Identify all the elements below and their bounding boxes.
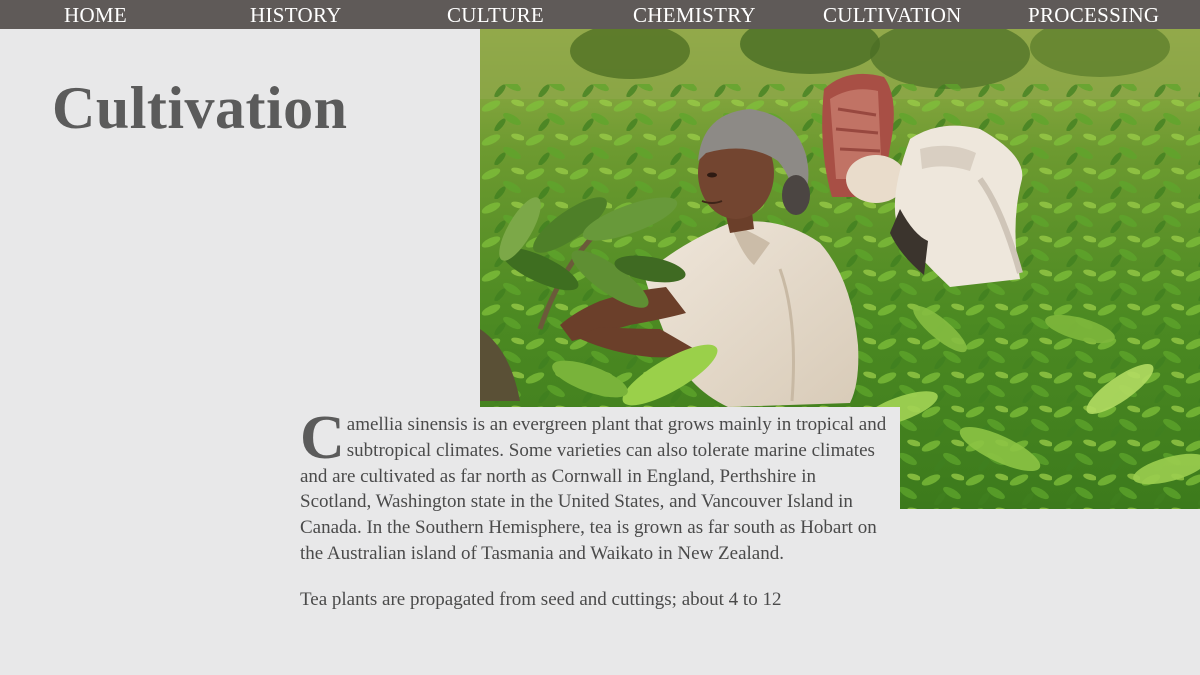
paragraph-text: amellia sinensis is an evergreen plant t…: [300, 414, 887, 564]
page-title: Cultivation: [52, 75, 348, 141]
nav-chemistry-link[interactable]: CHEMISTRY: [633, 0, 756, 29]
article-body: Camellia sinensis is an evergreen plant …: [300, 404, 890, 633]
nav-processing-link[interactable]: PROCESSING: [1028, 0, 1159, 29]
nav-history-link[interactable]: HISTORY: [250, 0, 342, 29]
top-nav: HOME HISTORY CULTURE CHEMISTRY CULTIVATI…: [0, 0, 1200, 29]
article-paragraph: Camellia sinensis is an evergreen plant …: [300, 404, 890, 567]
nav-culture-link[interactable]: CULTURE: [447, 0, 544, 29]
nav-cultivation-link[interactable]: CULTIVATION: [823, 0, 962, 29]
paragraph-text: Tea plants are propagated from seed and …: [300, 588, 782, 610]
drop-cap: C: [300, 404, 345, 472]
nav-home-link[interactable]: HOME: [64, 0, 127, 29]
article-paragraph: Tea plants are propagated from seed and …: [300, 587, 890, 613]
